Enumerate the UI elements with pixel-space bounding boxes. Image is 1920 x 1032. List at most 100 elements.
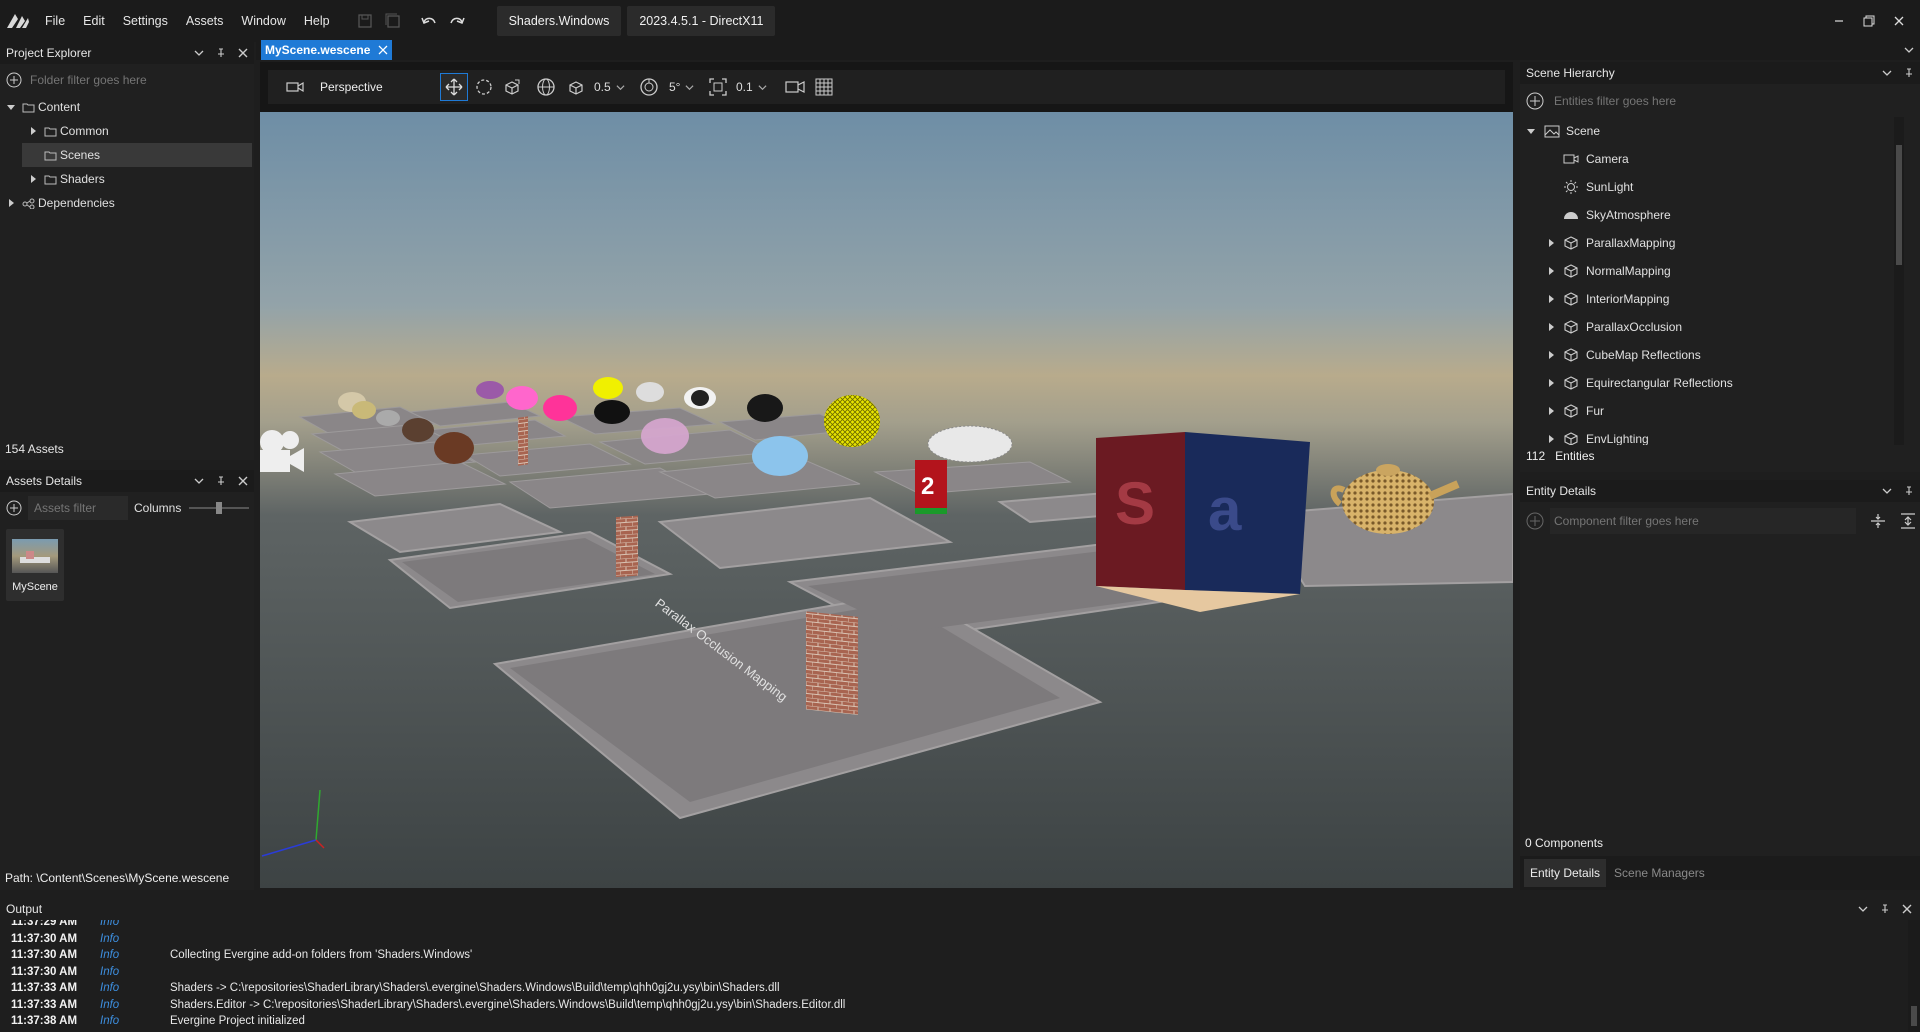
- chevron-down-icon[interactable]: [1876, 62, 1898, 84]
- maximize-button[interactable]: [1854, 6, 1884, 36]
- expanded-arrow-icon[interactable]: [4, 103, 18, 111]
- collapsed-arrow-icon[interactable]: [26, 127, 40, 135]
- tab-myscene[interactable]: MyScene.wescene: [261, 40, 393, 60]
- tab-entity-details[interactable]: Entity Details: [1524, 859, 1607, 887]
- collapsed-arrow-icon[interactable]: [1542, 351, 1560, 359]
- asset-tile-myscene[interactable]: MyScene: [6, 529, 64, 601]
- close-icon[interactable]: [232, 42, 254, 64]
- translate-tool-icon[interactable]: [440, 73, 468, 101]
- pin-icon[interactable]: [1898, 62, 1920, 84]
- menu-file[interactable]: File: [36, 0, 74, 42]
- save-icon[interactable]: [353, 9, 377, 33]
- close-tab-icon[interactable]: [378, 45, 388, 55]
- collapsed-arrow-icon[interactable]: [26, 175, 40, 183]
- tree-item-common[interactable]: Common: [0, 119, 254, 143]
- sky-icon: [1560, 209, 1582, 221]
- translate-snap-value[interactable]: 0.5: [594, 80, 616, 94]
- collapsed-arrow-icon[interactable]: [1542, 407, 1560, 415]
- hierarchy-item[interactable]: Fur: [1520, 397, 1904, 425]
- svg-text:a: a: [1208, 476, 1242, 543]
- chevron-down-icon[interactable]: [1852, 898, 1874, 920]
- tree-item-dependencies[interactable]: Dependencies: [0, 191, 254, 215]
- rotate-snap-value[interactable]: 5°: [669, 80, 685, 94]
- scale-snap-icon[interactable]: [708, 77, 728, 97]
- hierarchy-item[interactable]: CubeMap Reflections: [1520, 341, 1904, 369]
- chevron-down-icon[interactable]: [188, 470, 210, 492]
- close-icon[interactable]: [232, 470, 254, 492]
- minimize-button[interactable]: [1824, 6, 1854, 36]
- scene-viewport[interactable]: Parallax Occlusion Mapping 2 S a: [260, 112, 1513, 888]
- hierarchy-item-scene[interactable]: Scene: [1520, 117, 1904, 145]
- menu-edit[interactable]: Edit: [74, 0, 114, 42]
- scene-hierarchy-panel: Scene Hierarchy Scene Camera SunLight SkyA…: [1520, 62, 1920, 472]
- world-space-icon[interactable]: [536, 77, 556, 97]
- rotate-snap-icon[interactable]: [639, 77, 659, 97]
- hierarchy-item[interactable]: Camera: [1520, 145, 1904, 173]
- chevron-down-icon[interactable]: [1904, 45, 1914, 55]
- assets-filter-input[interactable]: [28, 496, 128, 520]
- tree-item-scenes[interactable]: Scenes: [22, 143, 252, 167]
- menu-assets[interactable]: Assets: [177, 0, 233, 42]
- chevron-down-icon[interactable]: [758, 83, 767, 92]
- pin-icon[interactable]: [210, 470, 232, 492]
- close-icon[interactable]: [1896, 898, 1918, 920]
- pin-icon[interactable]: [1898, 480, 1920, 502]
- collapsed-arrow-icon[interactable]: [1542, 239, 1560, 247]
- folder-filter-input[interactable]: [30, 73, 230, 87]
- collapsed-arrow-icon[interactable]: [1542, 435, 1560, 443]
- add-entity-icon[interactable]: [1526, 92, 1544, 110]
- collapsed-arrow-icon[interactable]: [1542, 379, 1560, 387]
- hierarchy-scrollbar[interactable]: [1894, 117, 1904, 445]
- add-folder-icon[interactable]: [6, 72, 22, 88]
- menu-window[interactable]: Window: [232, 0, 294, 42]
- output-scrollbar[interactable]: [1908, 920, 1920, 1032]
- collapsed-arrow-icon[interactable]: [1542, 267, 1560, 275]
- hierarchy-item[interactable]: SkyAtmosphere: [1520, 201, 1904, 229]
- chevron-down-icon[interactable]: [1876, 480, 1898, 502]
- video-camera-icon[interactable]: [785, 80, 805, 94]
- scale-snap-value[interactable]: 0.1: [736, 80, 758, 94]
- component-filter-input[interactable]: [1550, 508, 1856, 534]
- columns-slider[interactable]: [189, 501, 250, 515]
- menu-help[interactable]: Help: [295, 0, 339, 42]
- menu-settings[interactable]: Settings: [114, 0, 177, 42]
- hierarchy-item[interactable]: SunLight: [1520, 173, 1904, 201]
- hierarchy-item[interactable]: NormalMapping: [1520, 257, 1904, 285]
- pin-icon[interactable]: [210, 42, 232, 64]
- rotate-tool-icon[interactable]: [474, 77, 494, 97]
- collapse-all-icon[interactable]: [1900, 513, 1916, 529]
- expanded-arrow-icon[interactable]: [1524, 127, 1538, 135]
- tree-item-shaders[interactable]: Shaders: [0, 167, 254, 191]
- entity-details-title: Entity Details: [1526, 484, 1597, 498]
- close-window-button[interactable]: [1884, 6, 1914, 36]
- collapsed-arrow-icon[interactable]: [1542, 323, 1560, 331]
- entities-filter-input[interactable]: [1554, 94, 1854, 108]
- scale-tool-icon[interactable]: [502, 77, 522, 97]
- hierarchy-item[interactable]: ParallaxOcclusion: [1520, 313, 1904, 341]
- camera-mode-label[interactable]: Perspective: [320, 80, 440, 94]
- cube-icon: [1560, 235, 1582, 251]
- hierarchy-item[interactable]: EnvLighting: [1520, 425, 1904, 445]
- add-component-icon[interactable]: [1526, 512, 1544, 530]
- pin-icon[interactable]: [1874, 898, 1896, 920]
- chevron-down-icon[interactable]: [685, 83, 694, 92]
- add-asset-icon[interactable]: [6, 500, 22, 516]
- collapsed-arrow-icon[interactable]: [1542, 295, 1560, 303]
- chevron-down-icon[interactable]: [616, 83, 625, 92]
- tab-scene-managers[interactable]: Scene Managers: [1608, 859, 1711, 887]
- save-all-icon[interactable]: [381, 9, 405, 33]
- translate-snap-icon[interactable]: [566, 77, 586, 97]
- collapsed-arrow-icon[interactable]: [4, 199, 18, 207]
- slider-thumb[interactable]: [216, 502, 223, 514]
- redo-icon[interactable]: [445, 9, 469, 33]
- chevron-down-icon[interactable]: [188, 42, 210, 64]
- undo-icon[interactable]: [417, 9, 441, 33]
- expand-all-icon[interactable]: [1870, 513, 1886, 529]
- hierarchy-item[interactable]: InteriorMapping: [1520, 285, 1904, 313]
- folder-filter-row: [0, 67, 254, 93]
- tree-item-content[interactable]: Content: [0, 95, 254, 119]
- hierarchy-item[interactable]: ParallaxMapping: [1520, 229, 1904, 257]
- hierarchy-item[interactable]: Equirectangular Reflections: [1520, 369, 1904, 397]
- camera-icon[interactable]: [286, 80, 304, 94]
- grid-icon[interactable]: [815, 78, 833, 96]
